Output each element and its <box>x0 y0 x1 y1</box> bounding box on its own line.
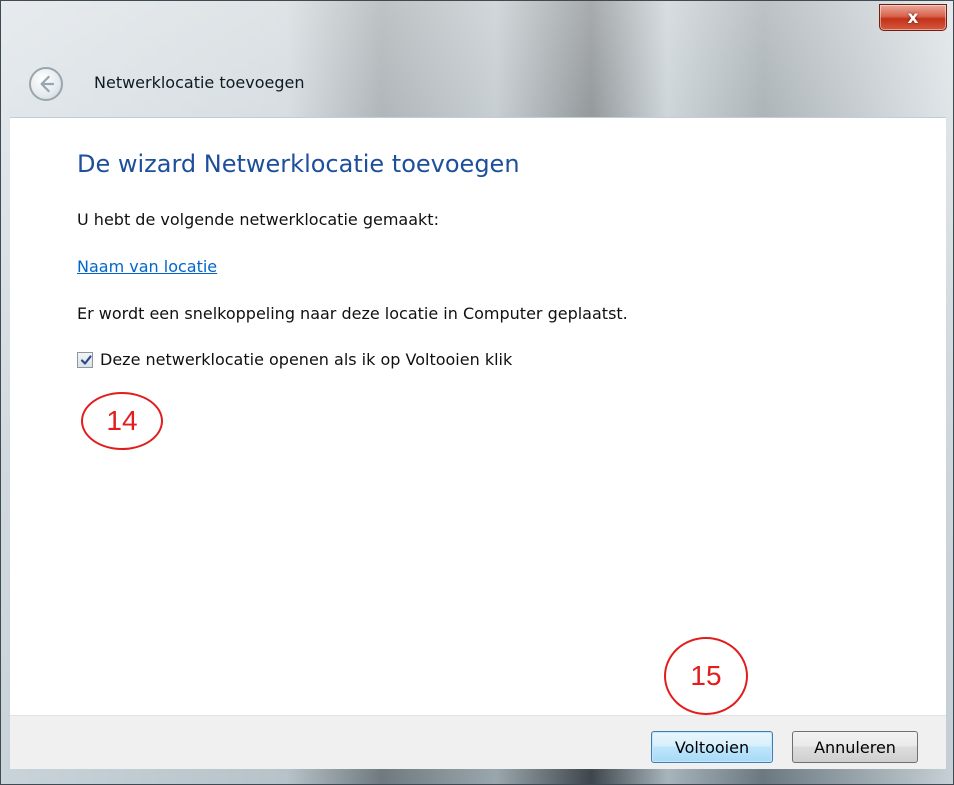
wizard-heading: De wizard Netwerklocatie toevoegen <box>77 150 520 178</box>
shortcut-text: Er wordt een snelkoppeling naar deze loc… <box>77 304 628 323</box>
window-title: Netwerklocatie toevoegen <box>94 73 305 92</box>
finish-button[interactable]: Voltooien <box>651 731 773 763</box>
back-arrow-icon <box>40 75 55 93</box>
cancel-button[interactable]: Annuleren <box>792 731 918 763</box>
checkmark-icon <box>80 354 92 365</box>
open-location-option[interactable]: Deze netwerklocatie openen als ik op Vol… <box>77 350 512 369</box>
annotation-14: 14 <box>81 392 163 450</box>
wizard-footer: Voltooien Annuleren <box>10 715 946 769</box>
back-button[interactable] <box>29 67 63 101</box>
close-button[interactable]: x <box>879 4 947 31</box>
open-location-checkbox-label[interactable]: Deze netwerklocatie openen als ik op Vol… <box>100 350 512 369</box>
open-location-checkbox[interactable] <box>77 351 93 368</box>
dialog-window: x Netwerklocatie toevoegen De wizard Net… <box>0 0 954 785</box>
annotation-15: 15 <box>664 637 748 715</box>
created-text: U hebt de volgende netwerklocatie gemaak… <box>77 210 439 229</box>
close-icon: x <box>907 7 919 28</box>
location-name-link[interactable]: Naam van locatie <box>77 257 217 276</box>
